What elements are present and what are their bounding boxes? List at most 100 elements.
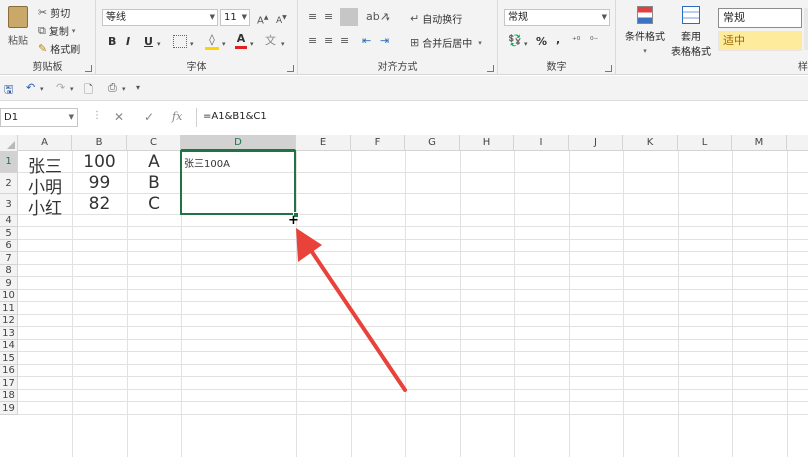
comma-button[interactable]: , bbox=[556, 33, 560, 46]
row-header-6[interactable]: 6 bbox=[0, 240, 18, 252]
cell-c2[interactable]: B bbox=[127, 173, 181, 193]
chevron-down-icon[interactable]: ▾ bbox=[122, 85, 126, 93]
cell-b2[interactable]: 99 bbox=[72, 173, 127, 193]
border-icon[interactable] bbox=[173, 35, 187, 48]
column-header-j[interactable]: J bbox=[569, 135, 623, 151]
select-all-button[interactable] bbox=[0, 135, 18, 151]
font-color-icon[interactable]: A bbox=[235, 32, 247, 49]
column-header-l[interactable]: L bbox=[678, 135, 732, 151]
redo-icon[interactable]: ↷ bbox=[56, 81, 65, 94]
column-header-d[interactable]: D bbox=[181, 135, 296, 151]
column-header-k[interactable]: K bbox=[623, 135, 678, 151]
column-header-b[interactable]: B bbox=[72, 135, 127, 151]
font-name-combo[interactable]: 等线 ▼ bbox=[102, 9, 218, 26]
decrease-indent-icon[interactable]: ⇤ bbox=[362, 34, 371, 48]
row-header-17[interactable]: 17 bbox=[0, 377, 18, 390]
column-header-m[interactable]: M bbox=[732, 135, 787, 151]
cell-c3[interactable]: C bbox=[127, 194, 181, 214]
decrease-decimal-icon[interactable]: ⁰⁻ bbox=[590, 34, 598, 48]
column-header-f[interactable]: F bbox=[351, 135, 405, 151]
cell-c1[interactable]: A bbox=[127, 152, 181, 172]
row-header-19[interactable]: 19 bbox=[0, 402, 18, 415]
phonetic-icon[interactable]: 文 bbox=[265, 34, 276, 48]
styles-gallery-scroll[interactable] bbox=[804, 8, 808, 50]
column-header-e[interactable]: E bbox=[296, 135, 351, 151]
chevron-down-icon[interactable]: ▾ bbox=[524, 37, 528, 51]
row-header-15[interactable]: 15 bbox=[0, 352, 18, 365]
name-box[interactable]: D1 ▼ bbox=[0, 108, 78, 127]
align-left-icon[interactable]: ≡ bbox=[308, 34, 317, 48]
row-header-2[interactable]: 2 bbox=[0, 173, 18, 194]
enter-icon[interactable]: ✓ bbox=[144, 110, 154, 124]
underline-button[interactable]: U bbox=[144, 35, 153, 48]
column-header-h[interactable]: H bbox=[460, 135, 514, 151]
align-bottom-icon[interactable] bbox=[340, 8, 358, 26]
row-header-4[interactable]: 4 bbox=[0, 215, 18, 227]
format-as-table-button[interactable]: 套用 表格格式 bbox=[668, 6, 714, 58]
worksheet-grid[interactable]: A B C D E F G H I J K L M 1 2 3 4 5 6 7 … bbox=[0, 135, 808, 457]
font-size-combo[interactable]: 11 ▼ bbox=[220, 9, 250, 26]
align-center-icon[interactable]: ≡ bbox=[324, 34, 333, 48]
format-painter-button[interactable]: ✎ 格式刷 bbox=[38, 41, 80, 57]
column-header-i[interactable]: I bbox=[514, 135, 569, 151]
clipboard-launcher-icon[interactable] bbox=[85, 65, 92, 72]
row-header-12[interactable]: 12 bbox=[0, 315, 18, 327]
conditional-format-button[interactable]: 条件格式 ▾ bbox=[622, 6, 668, 56]
increase-font-icon[interactable]: A▲ bbox=[257, 11, 268, 28]
cancel-icon[interactable]: ✕ bbox=[114, 110, 124, 124]
column-header-a[interactable]: A bbox=[18, 135, 72, 151]
row-header-7[interactable]: 7 bbox=[0, 252, 18, 265]
font-launcher-icon[interactable] bbox=[287, 65, 294, 72]
row-header-16[interactable]: 16 bbox=[0, 365, 18, 377]
row-header-13[interactable]: 13 bbox=[0, 327, 18, 340]
chevron-down-icon[interactable]: ▾ bbox=[157, 37, 161, 51]
cell-d1[interactable]: 张三100A bbox=[184, 155, 230, 170]
column-header-c[interactable]: C bbox=[127, 135, 181, 151]
fill-color-icon[interactable]: ◊ bbox=[205, 33, 219, 50]
chevron-down-icon[interactable]: ▾ bbox=[40, 85, 44, 93]
row-header-8[interactable]: 8 bbox=[0, 265, 18, 277]
undo-icon[interactable]: ↶ bbox=[26, 81, 35, 94]
customize-qat-icon[interactable]: ▾ bbox=[136, 83, 140, 92]
style-neutral[interactable]: 适中 bbox=[718, 31, 802, 51]
decrease-font-icon[interactable]: A▼ bbox=[276, 11, 287, 28]
row-header-14[interactable]: 14 bbox=[0, 340, 18, 352]
cell-a3[interactable]: 小红 bbox=[18, 194, 72, 219]
increase-indent-icon[interactable]: ⇥ bbox=[380, 34, 389, 48]
print-icon[interactable]: ⎙ bbox=[108, 81, 117, 95]
percent-button[interactable]: % bbox=[536, 35, 547, 48]
number-format-combo[interactable]: 常规 ▼ bbox=[504, 9, 610, 26]
print-preview-icon[interactable]: 🗋 bbox=[84, 81, 93, 100]
chevron-down-icon[interactable]: ▾ bbox=[386, 12, 390, 26]
row-header-1[interactable]: 1 bbox=[0, 151, 18, 173]
row-header-18[interactable]: 18 bbox=[0, 390, 18, 402]
alignment-launcher-icon[interactable] bbox=[487, 65, 494, 72]
row-header-5[interactable]: 5 bbox=[0, 227, 18, 240]
align-right-icon[interactable]: ≡ bbox=[340, 34, 349, 48]
bold-button[interactable]: B bbox=[108, 35, 116, 48]
copy-button[interactable]: ⧉ 复制 ▾ bbox=[38, 23, 75, 39]
row-header-3[interactable]: 3 bbox=[0, 194, 18, 215]
style-normal[interactable]: 常规 bbox=[718, 8, 802, 28]
column-header-g[interactable]: G bbox=[405, 135, 460, 151]
formula-bar-grip[interactable]: ⋮ bbox=[92, 110, 102, 121]
row-header-10[interactable]: 10 bbox=[0, 290, 18, 302]
wrap-text-button[interactable]: ↵ 自动换行 bbox=[410, 11, 462, 27]
chevron-down-icon[interactable]: ▾ bbox=[190, 37, 194, 51]
italic-button[interactable]: I bbox=[126, 35, 130, 48]
increase-decimal-icon[interactable]: ⁺⁰ bbox=[572, 34, 580, 48]
number-launcher-icon[interactable] bbox=[605, 65, 612, 72]
align-top-icon[interactable]: ≡ bbox=[308, 10, 317, 24]
cut-button[interactable]: ✂ 剪切 bbox=[38, 5, 70, 21]
paste-button[interactable]: 粘贴 bbox=[4, 4, 32, 52]
insert-function-icon[interactable]: fx bbox=[172, 110, 182, 123]
chevron-down-icon[interactable]: ▾ bbox=[70, 85, 74, 93]
chevron-down-icon[interactable]: ▾ bbox=[250, 37, 254, 51]
chevron-down-icon[interactable]: ▾ bbox=[222, 37, 226, 51]
chevron-down-icon[interactable]: ▾ bbox=[281, 37, 285, 51]
merge-center-button[interactable]: ⊞ 合并后居中 ▾ bbox=[410, 35, 482, 51]
cell-b1[interactable]: 100 bbox=[72, 152, 127, 172]
row-header-9[interactable]: 9 bbox=[0, 277, 18, 290]
formula-input[interactable]: =A1&B1&C1 bbox=[196, 108, 808, 127]
align-middle-icon[interactable]: ≡ bbox=[324, 10, 333, 24]
